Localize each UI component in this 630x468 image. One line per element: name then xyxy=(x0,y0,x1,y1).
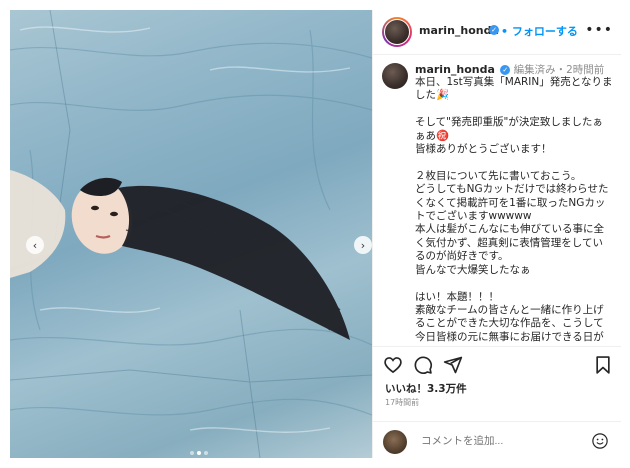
username-link[interactable]: marin_honda xyxy=(419,24,499,37)
caption-header: marin_honda ✓ 編集済み・2時間前 xyxy=(415,62,604,77)
follow-label: フォローする xyxy=(511,25,578,38)
story-ring[interactable] xyxy=(382,17,412,47)
post-image[interactable]: ‹ › xyxy=(10,10,372,458)
post-header: marin_honda ✓ • フォローする ••• xyxy=(373,10,621,55)
like-count[interactable]: いいね！3.3万件 xyxy=(385,381,467,396)
caption-verified-badge-icon: ✓ xyxy=(500,65,511,75)
carousel-dot[interactable] xyxy=(204,451,208,455)
heart-icon[interactable] xyxy=(383,355,403,375)
follow-button[interactable]: • フォローする xyxy=(501,23,578,39)
share-icon[interactable] xyxy=(443,355,463,375)
chevron-left-icon: ‹ xyxy=(32,238,38,252)
caption-text: 本日、1st写真集「MARIN」発売となりました🎉 そして"発売即重版"が決定致… xyxy=(415,76,613,343)
verified-badge-icon: ✓ xyxy=(489,25,499,35)
carousel-dots xyxy=(190,451,208,455)
separator-dot: • xyxy=(501,25,509,38)
more-options-icon[interactable]: ••• xyxy=(585,22,613,38)
comment-input[interactable] xyxy=(419,434,573,448)
avatar[interactable] xyxy=(384,19,410,45)
viewer-avatar xyxy=(383,430,407,454)
post-sidebar: marin_honda ✓ • フォローする ••• marin_honda ✓… xyxy=(372,10,621,459)
carousel-dot[interactable] xyxy=(190,451,194,455)
emoji-icon[interactable] xyxy=(591,432,609,450)
caption-meta: 編集済み・2時間前 xyxy=(513,64,605,76)
post-timestamp[interactable]: 17時間前 xyxy=(385,397,419,408)
chevron-right-icon: › xyxy=(360,238,366,252)
carousel-dot-active[interactable] xyxy=(197,451,201,455)
carousel-next-button[interactable]: › xyxy=(354,236,372,254)
post-window: ‹ › marin_honda ✓ • フォローする ••• marin_hon… xyxy=(0,0,630,468)
caption-avatar[interactable] xyxy=(382,63,408,89)
caption-username-link[interactable]: marin_honda xyxy=(415,63,495,76)
pool-photo xyxy=(10,10,372,458)
actions-bar: いいね！3.3万件 17時間前 xyxy=(373,346,621,459)
carousel-prev-button[interactable]: ‹ xyxy=(26,236,44,254)
caption-area: marin_honda ✓ 編集済み・2時間前 本日、1st写真集「MARIN」… xyxy=(373,54,621,346)
bookmark-icon[interactable] xyxy=(593,355,613,375)
comment-row xyxy=(373,421,621,460)
comment-icon[interactable] xyxy=(413,355,433,375)
